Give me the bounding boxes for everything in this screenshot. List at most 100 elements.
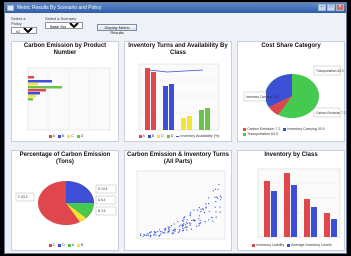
bar: [291, 185, 297, 237]
bar: [28, 98, 33, 101]
scatter-point: [142, 235, 144, 237]
display-metric-results-button[interactable]: Display Metric Results: [97, 24, 137, 35]
bar: [311, 207, 317, 237]
bar: [28, 89, 46, 92]
scatter-point: [218, 183, 220, 185]
scatter-point: [168, 230, 170, 233]
panel-title: Carbon Emission & Inventory Turns (All P…: [127, 152, 229, 165]
scatter-point: [190, 223, 192, 225]
scatter-point: [155, 231, 157, 233]
scatter-point: [167, 227, 170, 229]
legend-swatch: [287, 243, 291, 247]
scatter-point: [189, 224, 191, 226]
scatter-point: [147, 234, 149, 236]
bar: [28, 83, 38, 86]
bar: [28, 92, 40, 95]
scatter-point: [164, 229, 166, 232]
scatter-point: [198, 207, 200, 209]
scatter-point: [153, 234, 155, 236]
scatter-point: [174, 230, 176, 232]
pie-label: Transportation 63.9: [316, 69, 344, 73]
scatter-point: [185, 226, 187, 228]
scatter-point: [217, 197, 219, 199]
scatter-point: [147, 232, 149, 235]
legend-swatch: [283, 127, 287, 131]
legend-swatch: [76, 134, 80, 138]
minimize-icon[interactable]: –: [318, 4, 326, 11]
scatter-point: [210, 216, 212, 218]
scatter-point: [179, 230, 181, 232]
scatter-point: [178, 231, 180, 233]
scatter-point: [204, 221, 206, 223]
scatter-point: [182, 220, 185, 222]
scatter-point: [167, 232, 169, 234]
scatter-point: [184, 224, 187, 226]
bar: [145, 68, 150, 130]
scatter-point: [215, 201, 217, 203]
scatter-point: [158, 229, 160, 231]
scatter-point: [199, 219, 201, 221]
scatter-point: [207, 197, 209, 199]
bar: [271, 191, 277, 237]
legend: Inventory Liability Average Inventory Le…: [241, 242, 341, 248]
scatter-point: [198, 223, 200, 225]
scatter-point: [186, 229, 188, 231]
scatter-point: [188, 222, 190, 224]
scatter-point: [189, 213, 191, 215]
scatter-point: [174, 228, 176, 230]
pie-slice-d: [66, 181, 94, 203]
policy-select[interactable]: (Q,r): [11, 27, 37, 34]
scatter-point: [169, 227, 171, 229]
scatter-point: [216, 196, 218, 198]
scatter-point: [170, 225, 173, 227]
pie-label: Inventory Carrying 30.0: [246, 95, 279, 99]
scatter-point: [212, 190, 214, 192]
scatter-point: [202, 209, 204, 211]
legend-swatch: [48, 243, 52, 247]
bar: [181, 118, 186, 130]
scatter-point: [204, 207, 207, 209]
scatter-point: [182, 224, 184, 227]
scatter-point: [215, 211, 217, 213]
legend-swatch: [67, 134, 71, 138]
bar: [284, 173, 290, 237]
legend-swatch: [48, 134, 52, 138]
legend-swatch: [157, 134, 161, 138]
scatter-point: [219, 195, 221, 197]
scatter-point: [167, 226, 169, 228]
scatter-point: [184, 227, 186, 229]
scatter-point: [217, 188, 219, 190]
scatter-point: [198, 224, 200, 227]
scatter-point: [184, 216, 186, 218]
legend: A B C D Inventory Availability (%): [128, 133, 228, 139]
app-icon: [7, 5, 14, 11]
legend-swatch: [243, 127, 246, 131]
scenario-select[interactable]: Base Scenario: [45, 22, 83, 29]
legend-swatch: [243, 132, 246, 136]
scatter-point: [198, 215, 200, 217]
legend-swatch: [67, 243, 71, 247]
scatter-point: [155, 234, 157, 236]
scatter-point: [149, 232, 151, 234]
scatter-point: [214, 188, 216, 190]
carbon-vs-turns-panel: Carbon Emission & Inventory Turns (All P…: [124, 150, 232, 251]
scatter-point: [158, 235, 160, 237]
scatter-point: [200, 210, 202, 213]
scatter-point: [196, 209, 198, 211]
inventory-turns-panel: Inventory Turns and Availability By Clas…: [124, 41, 232, 142]
bar: [331, 219, 337, 237]
scatter-point: [194, 220, 196, 222]
scatter-point: [173, 229, 175, 231]
window-titlebar: Metric Results By Scenario and Policy – …: [5, 3, 346, 13]
scatter-point: [153, 233, 156, 235]
bar: [151, 72, 156, 130]
scatter-point: [179, 229, 181, 231]
pie-label: C 63.3: [18, 195, 28, 199]
scatter-point: [220, 196, 222, 198]
maximize-icon[interactable]: □: [327, 4, 335, 11]
scatter-point: [172, 231, 174, 233]
close-icon[interactable]: ×: [336, 4, 344, 11]
scatter-point: [146, 234, 148, 236]
bar: [163, 86, 168, 130]
scatter-point: [185, 221, 188, 223]
